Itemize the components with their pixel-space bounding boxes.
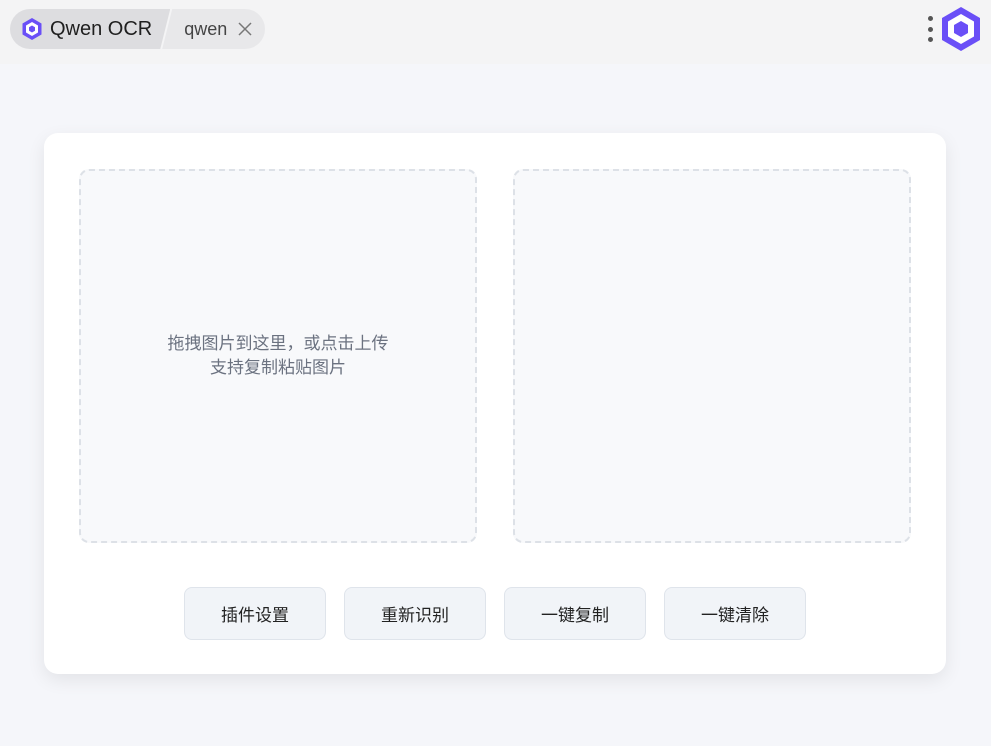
tab-site-label: qwen: [184, 18, 228, 39]
image-upload-area[interactable]: 拖拽图片到这里，或点击上传 支持复制粘贴图片: [79, 169, 477, 543]
recognize-button[interactable]: 重新识别: [344, 587, 486, 640]
copy-button[interactable]: 一键复制: [504, 587, 646, 640]
close-icon[interactable]: [237, 21, 253, 37]
settings-button[interactable]: 插件设置: [184, 587, 326, 640]
dot: [927, 16, 933, 21]
qwen-logo-icon: [20, 17, 44, 41]
action-buttons: 插件设置 重新识别 一键复制 一键清除: [184, 587, 806, 640]
clear-button[interactable]: 一键清除: [664, 587, 806, 640]
vertical-dots-icon[interactable]: [924, 14, 936, 44]
tab-group: Qwen OCR qwen: [10, 9, 266, 49]
browser-top-bar: Qwen OCR qwen: [0, 0, 991, 64]
dot: [927, 37, 933, 42]
tab-qwen[interactable]: qwen: [162, 9, 266, 49]
qwen-logo-icon[interactable]: [937, 5, 985, 53]
upload-hint-line2: 支持复制粘贴图片: [210, 358, 346, 377]
tab-app-label: Qwen OCR: [50, 17, 153, 40]
ocr-result-area[interactable]: [513, 169, 911, 543]
tab-qwen-ocr[interactable]: Qwen OCR: [10, 9, 170, 49]
ocr-card: 拖拽图片到这里，或点击上传 支持复制粘贴图片 插件设置 重新识别 一键复制 一键…: [44, 133, 946, 674]
upload-hint-line1: 拖拽图片到这里，或点击上传: [167, 334, 389, 353]
dot: [927, 26, 933, 32]
